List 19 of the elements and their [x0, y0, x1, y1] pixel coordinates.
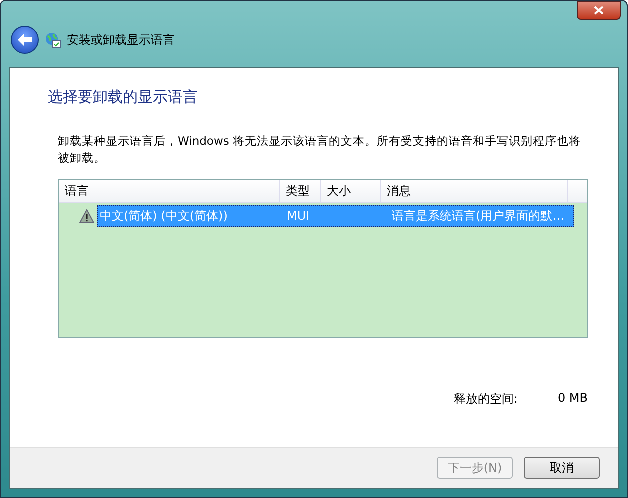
table-cell-text: 语言是系统语言(用户界面的默…: [391, 208, 566, 224]
column-header[interactable]: 大小: [321, 180, 381, 202]
close-button[interactable]: [577, 1, 621, 20]
warning-icon: [79, 208, 95, 224]
column-header[interactable]: 类型: [280, 180, 321, 202]
column-header[interactable]: 消息: [381, 180, 568, 202]
cancel-button[interactable]: 取消: [524, 457, 600, 479]
freed-space-value: 0 MB: [558, 391, 588, 407]
close-icon: [594, 6, 604, 15]
column-header[interactable]: 语言: [59, 180, 280, 202]
table-cell-text: 中文(简体) (中文(简体)): [99, 208, 229, 224]
table-cell-text: MUI: [286, 209, 311, 223]
window-title: 安装或卸载显示语言: [67, 32, 175, 48]
description-text: 卸载某种显示语言后，Windows 将无法显示该语言的文本。所有受支持的语音和手写识别程序也将被卸载。: [58, 133, 582, 167]
back-button[interactable]: [11, 26, 39, 54]
globe-icon: [45, 32, 61, 48]
page-heading: 选择要卸载的显示语言: [48, 88, 199, 107]
left-arrow-icon: [17, 33, 33, 47]
freed-space-label: 释放的空间:: [454, 391, 518, 408]
